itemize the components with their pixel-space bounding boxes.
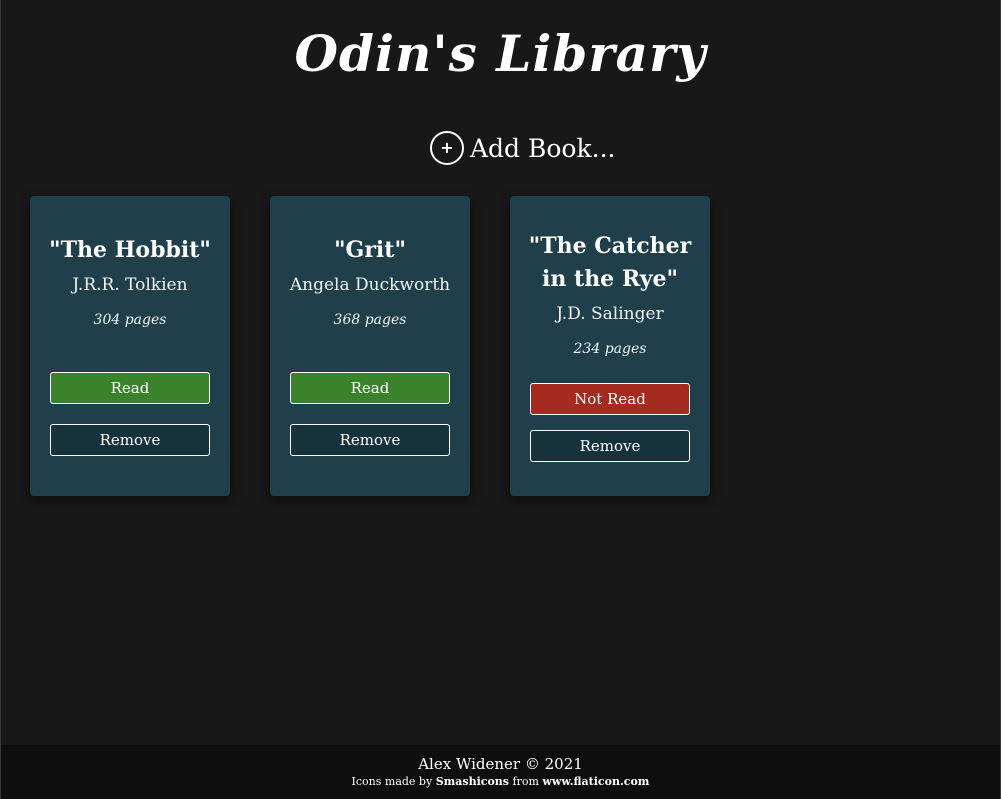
footer-credit: Alex Widener © 2021: [418, 755, 583, 773]
add-book-label[interactable]: Add Book...: [470, 134, 615, 163]
book-card: "The Catcher in the Rye" J.D. Salinger 2…: [510, 196, 710, 496]
plus-circle-icon[interactable]: +: [430, 131, 464, 165]
book-card: "Grit" Angela Duckworth 368 pages Read R…: [270, 196, 470, 496]
book-title: "The Hobbit": [49, 237, 211, 263]
book-title: "Grit": [334, 237, 406, 263]
remove-button[interactable]: Remove: [50, 424, 210, 456]
book-card: "The Hobbit" J.R.R. Tolkien 304 pages Re…: [30, 196, 230, 496]
book-pages: 234 pages: [573, 341, 647, 357]
book-pages: 304 pages: [93, 312, 167, 328]
book-author: Angela Duckworth: [289, 275, 451, 295]
page-title: Odin's Library: [294, 24, 707, 83]
book-title: "The Catcher in the Rye": [528, 233, 692, 292]
read-status-button[interactable]: Not Read: [530, 383, 690, 415]
book-author: J.D. Salinger: [556, 304, 664, 324]
add-book-button[interactable]: + Add Book...: [430, 131, 615, 165]
attribution-middle: from: [509, 775, 543, 788]
attribution-author-link[interactable]: Smashicons: [436, 775, 509, 788]
read-status-button[interactable]: Read: [50, 372, 210, 404]
icon-attribution: Icons made by Smashicons from www.flatic…: [1, 774, 1000, 790]
footer: Alex Widener © 2021 Icons made by Smashi…: [1, 745, 1000, 799]
remove-button[interactable]: Remove: [530, 430, 690, 462]
book-author: J.R.R. Tolkien: [72, 275, 188, 295]
remove-button[interactable]: Remove: [290, 424, 450, 456]
attribution-site-link[interactable]: www.flaticon.com: [542, 775, 649, 788]
book-pages: 368 pages: [333, 312, 407, 328]
attribution-prefix: Icons made by: [351, 775, 436, 788]
read-status-button[interactable]: Read: [290, 372, 450, 404]
